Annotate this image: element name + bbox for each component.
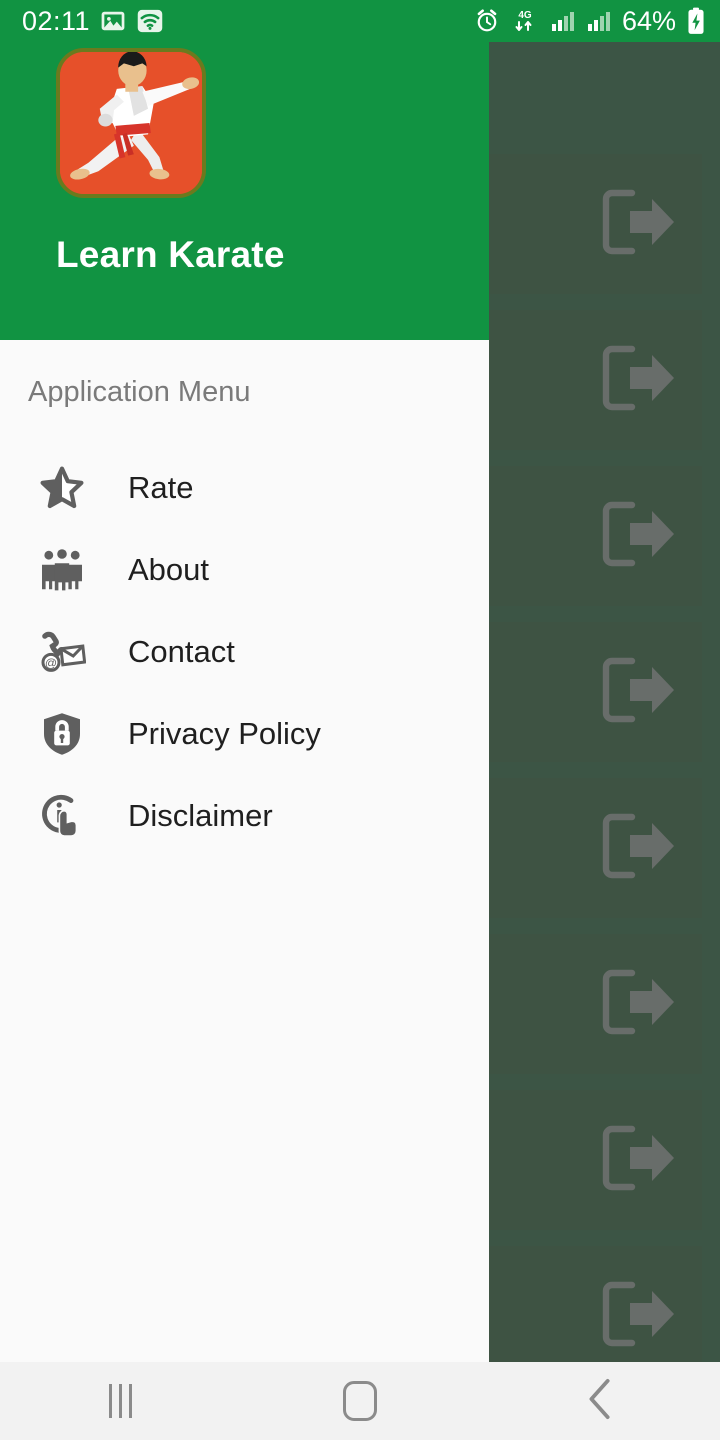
navigation-drawer: Learn Karate Application Menu Rate About… [0, 0, 489, 1362]
home-icon [343, 1381, 377, 1421]
menu-item-label: About [128, 552, 210, 587]
home-button[interactable] [300, 1362, 420, 1440]
info-hand-icon [36, 790, 88, 842]
menu-item-label: Privacy Policy [128, 716, 321, 751]
menu-item-privacy-policy[interactable]: Privacy Policy [0, 693, 489, 775]
half-star-icon [36, 462, 88, 514]
drawer-header: Learn Karate [0, 0, 489, 340]
phone-envelope-icon: @ [36, 626, 88, 678]
status-bar-left-bg [0, 0, 489, 42]
status-bar-right-bg [489, 0, 720, 42]
menu-item-label: Contact [128, 634, 235, 669]
shield-lock-icon [36, 708, 88, 760]
drawer-app-title: Learn Karate [56, 234, 285, 275]
system-navigation-bar [0, 1362, 720, 1440]
recents-button[interactable] [60, 1362, 180, 1440]
menu-item-label: Rate [128, 470, 194, 505]
menu-item-label: Disclaimer [128, 798, 273, 833]
back-button[interactable] [540, 1362, 660, 1440]
drawer-body: Application Menu Rate About @ Contact Pr… [0, 340, 489, 1362]
people-group-icon [36, 544, 88, 596]
phone-screen: ques ep) [0, 0, 720, 1440]
application-menu-heading: Application Menu [28, 376, 251, 408]
menu-item-rate[interactable]: Rate [0, 447, 489, 529]
karate-app-icon [56, 48, 206, 198]
menu-item-about[interactable]: About [0, 529, 489, 611]
menu-item-contact[interactable]: @ Contact [0, 611, 489, 693]
recents-icon [108, 1384, 132, 1418]
svg-text:@: @ [45, 656, 57, 670]
back-chevron-icon [586, 1378, 614, 1425]
menu-item-disclaimer[interactable]: Disclaimer [0, 775, 489, 857]
